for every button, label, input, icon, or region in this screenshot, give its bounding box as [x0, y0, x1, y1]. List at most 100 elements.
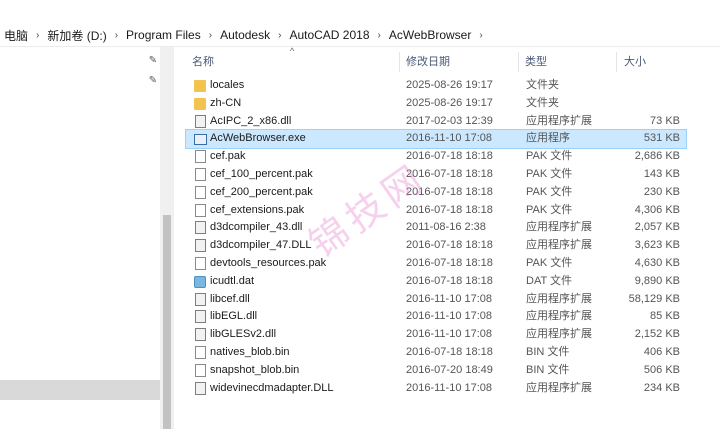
file-type: 应用程序扩展 [526, 292, 592, 305]
column-header-size[interactable]: 大小 [624, 52, 646, 72]
breadcrumb-item[interactable]: Autodesk [216, 28, 274, 42]
file-date: 2016-07-18 18:18 [406, 150, 493, 163]
dll-icon [195, 292, 206, 306]
breadcrumb-item[interactable]: AcWebBrowser [385, 28, 475, 42]
file-date: 2016-07-18 18:18 [406, 203, 493, 216]
column-header: 名称 修改日期 类型 大小 [186, 52, 686, 72]
file-row[interactable]: icudtl.dat 2016-07-18 18:18 DAT 文件 9,890 KB [186, 273, 686, 291]
file-date: 2016-11-10 17:08 [406, 381, 493, 394]
file-type: 应用程序扩展 [526, 114, 592, 127]
file-row[interactable]: devtools_resources.pak 2016-07-18 18:18 PA… [186, 255, 686, 273]
chevron-right-icon[interactable]: › [475, 30, 486, 41]
file-date: 2011-08-16 2:38 [406, 221, 486, 234]
file-date: 2025-08-26 19:17 [406, 96, 493, 109]
file-date: 2016-07-18 18:18 [406, 256, 493, 269]
dat-icon [194, 275, 206, 288]
pin-icon[interactable]: ✎ [146, 75, 160, 89]
file-size: 2,686 KB [634, 150, 680, 163]
file-name: AcWebBrowser.exe [210, 132, 306, 145]
file-date: 2016-11-10 17:08 [406, 310, 493, 323]
file-size: 531 KB [643, 132, 680, 145]
file-type: BIN 文件 [526, 345, 570, 358]
file-type: BIN 文件 [526, 363, 570, 376]
breadcrumb-item[interactable]: AutoCAD 2018 [285, 28, 373, 42]
file-name: snapshot_blob.bin [210, 363, 300, 376]
file-date: 2025-08-26 19:17 [406, 79, 493, 91]
file-size: 9,890 KB [634, 274, 680, 287]
navigation-pane[interactable]: ✎ ✎ [0, 47, 160, 429]
file-size: 406 KB [643, 345, 680, 358]
file-size: 2,152 KB [634, 328, 680, 341]
doc-icon [195, 203, 206, 217]
file-row[interactable]: natives_blob.bin 2016-07-18 18:18 BIN 文件 40… [186, 344, 686, 362]
file-name: libEGL.dll [210, 310, 258, 323]
file-size: 3,623 KB [634, 239, 680, 252]
file-name: icudtl.dat [210, 274, 255, 287]
file-row[interactable]: d3dcompiler_43.dll 2011-08-16 2:38 应用程序扩展 2… [186, 219, 686, 237]
file-date: 2016-07-20 18:49 [406, 363, 493, 376]
chevron-right-icon[interactable]: › [111, 30, 122, 41]
breadcrumb-item[interactable]: 新加卷 (D:) [43, 27, 110, 44]
file-size: 73 KB [650, 114, 680, 127]
file-row[interactable]: locales 2025-08-26 19:17 文件夹 [186, 77, 686, 95]
chevron-right-icon[interactable]: › [274, 30, 285, 41]
file-type: 文件夹 [526, 79, 559, 91]
column-divider[interactable] [399, 52, 400, 72]
chevron-right-icon[interactable]: › [205, 30, 216, 41]
file-name: libcef.dll [210, 292, 250, 305]
file-name: zh-CN [210, 96, 242, 109]
file-size: 4,630 KB [634, 256, 680, 269]
file-row[interactable]: cef.pak 2016-07-18 18:18 PAK 文件 2,686 KB [186, 148, 686, 166]
nav-scrollbar-thumb[interactable] [163, 215, 171, 429]
file-type: PAK 文件 [526, 150, 573, 163]
file-type: PAK 文件 [526, 167, 573, 180]
dll-icon [195, 310, 206, 324]
file-row[interactable]: libEGL.dll 2016-11-10 17:08 应用程序扩展 85 KB [186, 308, 686, 326]
folder-icon [194, 97, 206, 110]
file-size: 506 KB [643, 363, 680, 376]
column-header-name[interactable]: 名称 [192, 52, 214, 72]
file-row[interactable]: libGLESv2.dll 2016-11-10 17:08 应用程序扩展 2,152… [186, 326, 686, 344]
pin-icon[interactable]: ✎ [146, 55, 160, 69]
file-type: 文件夹 [526, 96, 559, 109]
file-date: 2016-11-10 17:08 [406, 292, 493, 305]
exe-icon [194, 134, 207, 146]
file-row[interactable]: snapshot_blob.bin 2016-07-20 18:49 BIN 文件 5… [186, 362, 686, 380]
file-row[interactable]: cef_200_percent.pak 2016-07-18 18:18 PAK 文… [186, 184, 686, 202]
file-row[interactable]: d3dcompiler_47.DLL 2016-07-18 18:18 应用程序扩展… [186, 237, 686, 255]
file-row[interactable]: libcef.dll 2016-11-10 17:08 应用程序扩展 58,129 K… [186, 291, 686, 309]
file-type: PAK 文件 [526, 256, 573, 269]
file-row[interactable]: widevinecdmadapter.DLL 2016-11-10 17:08 应用… [186, 380, 686, 398]
doc-icon [195, 363, 206, 377]
dll-icon [195, 381, 206, 395]
file-type: 应用程序扩展 [526, 381, 592, 394]
column-divider[interactable] [518, 52, 519, 72]
column-header-type[interactable]: 类型 [525, 52, 547, 72]
chevron-right-icon[interactable]: › [374, 30, 385, 41]
file-size: 234 KB [643, 381, 680, 394]
file-row[interactable]: cef_100_percent.pak 2016-07-18 18:18 PAK 文… [186, 166, 686, 184]
doc-icon [195, 167, 206, 181]
folder-icon [194, 80, 206, 92]
column-divider[interactable] [616, 52, 617, 72]
doc-icon [195, 185, 206, 199]
file-row[interactable]: AcWebBrowser.exe 2016-11-10 17:08 应用程序 531 … [185, 129, 687, 150]
file-date: 2017-02-03 12:39 [406, 114, 493, 127]
file-row[interactable]: zh-CN 2025-08-26 19:17 文件夹 [186, 95, 686, 113]
dll-icon [195, 221, 206, 235]
file-type: 应用程序 [526, 132, 570, 145]
file-row[interactable]: cef_extensions.pak 2016-07-18 18:18 PAK 文件… [186, 202, 686, 220]
breadcrumb-item[interactable]: 电脑 [0, 27, 32, 44]
dll-icon [195, 114, 206, 128]
file-row[interactable]: AcIPC_2_x86.dll 2017-02-03 12:39 应用程序扩展 73 … [186, 113, 686, 131]
doc-icon [195, 150, 206, 164]
file-name: libGLESv2.dll [210, 328, 277, 341]
dll-icon [195, 239, 206, 253]
file-size: 85 KB [650, 310, 680, 323]
column-header-date[interactable]: 修改日期 [406, 52, 450, 72]
breadcrumb-item[interactable]: Program Files [122, 28, 205, 42]
file-size: 2,057 KB [634, 221, 680, 234]
file-type: DAT 文件 [526, 274, 573, 287]
chevron-right-icon[interactable]: › [32, 30, 43, 41]
nav-selected-item[interactable] [0, 380, 160, 400]
